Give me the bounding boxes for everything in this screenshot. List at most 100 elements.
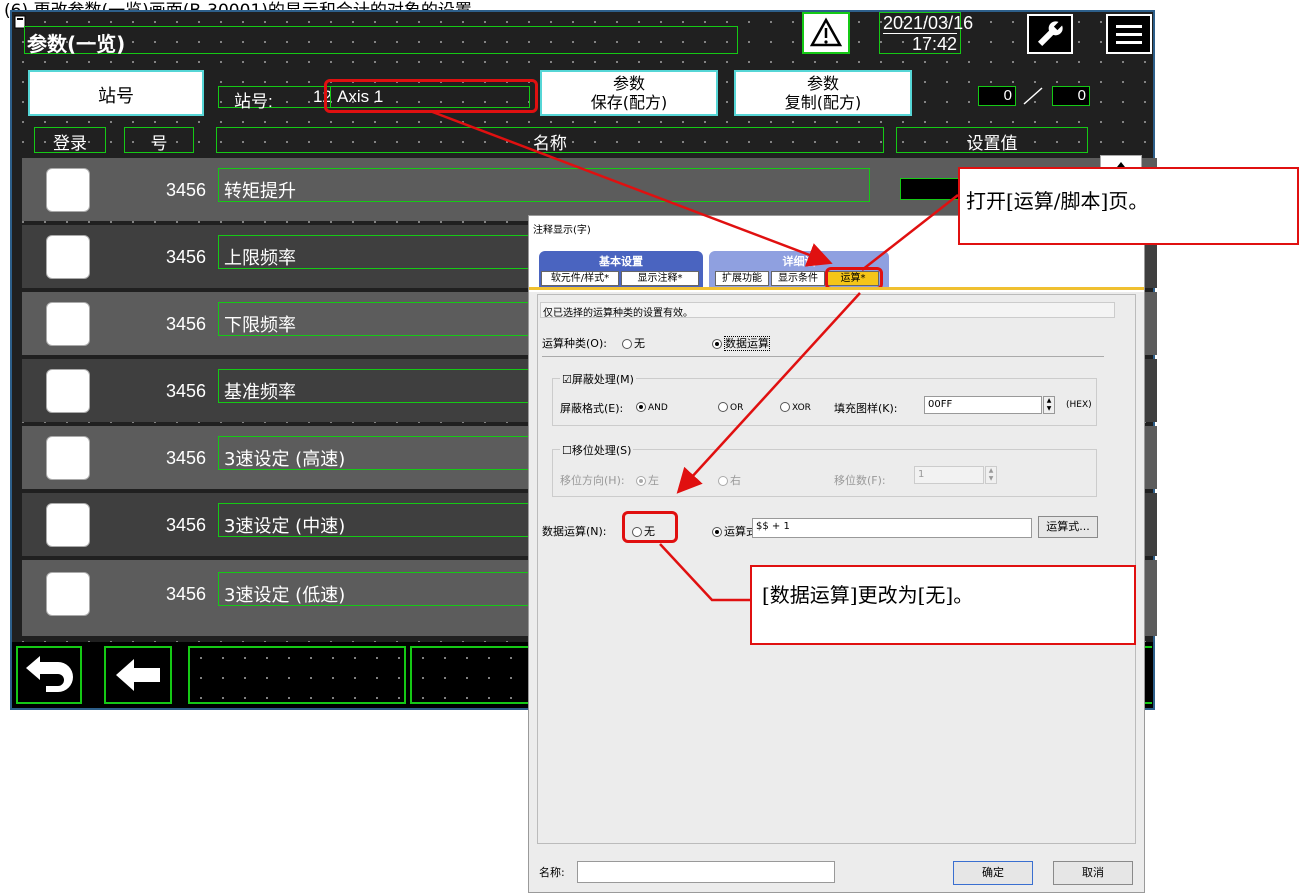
subtab-condition[interactable]: 显示条件	[771, 271, 825, 286]
mask-or-radio[interactable]: OR	[718, 400, 743, 413]
tab-basic-label: 基本设置	[599, 255, 643, 268]
return-button[interactable]	[16, 646, 82, 704]
cancel-button[interactable]: 取消	[1053, 861, 1133, 885]
row-name: 基准频率	[224, 382, 296, 403]
mask-xor-radio[interactable]: XOR	[780, 400, 811, 413]
info-bar: 仅已选择的运算种类的设置有效。	[540, 302, 1115, 319]
subtab-comment[interactable]: 显示注释*	[621, 271, 699, 286]
radio-selected-icon	[636, 476, 646, 486]
row-name-box: 下限频率	[218, 302, 548, 336]
data-calc-expr-radio[interactable]: 运算式	[712, 523, 757, 539]
mask-group-label: 屏蔽处理(M)	[571, 373, 634, 386]
expression-input[interactable]: $$ + 1	[752, 518, 1032, 538]
register-checkbox[interactable]	[46, 369, 90, 413]
row-number: 3456	[165, 448, 206, 468]
screen-title: 参数(一览)	[27, 32, 126, 56]
mask-checkbox[interactable]: ☑屏蔽处理(M)	[560, 371, 636, 387]
register-checkbox[interactable]	[46, 235, 90, 279]
info-text: 仅已选择的运算种类的设置有效。	[543, 308, 693, 319]
subtab-ext-label: 扩展功能	[722, 273, 762, 284]
fill-spinner[interactable]: ▲ ▼	[1043, 396, 1055, 414]
mask-and-label: AND	[648, 403, 668, 413]
subtab-device[interactable]: 软元件/样式*	[541, 271, 619, 286]
mask-and-radio[interactable]: AND	[636, 400, 668, 413]
page-total-value: 0	[1077, 87, 1086, 104]
calc-type-none-label: 无	[634, 337, 645, 350]
param-copy-button[interactable]: 参数 复制(配方)	[734, 70, 912, 116]
warning-button[interactable]	[802, 12, 850, 54]
calc-type-data-label: 数据运算	[724, 336, 770, 351]
param-save-button[interactable]: 参数 保存(配方)	[540, 70, 718, 116]
col-header-name: 名称	[216, 127, 884, 153]
shift-spinner[interactable]: ▲ ▼	[985, 466, 997, 484]
register-checkbox[interactable]	[46, 503, 90, 547]
row-number: 3456	[165, 584, 206, 604]
row-name-box: 3速设定 (中速)	[218, 503, 548, 537]
warning-icon	[809, 17, 843, 47]
page-current: 0	[978, 86, 1016, 106]
back-button[interactable]	[104, 646, 172, 704]
mask-xor-label: XOR	[792, 403, 811, 413]
arrow-left-icon	[116, 659, 160, 691]
calc-type-none-radio[interactable]: 无	[622, 335, 645, 351]
bottom-slot-2[interactable]	[410, 646, 530, 704]
shift-checkbox[interactable]: ☐移位处理(S)	[560, 442, 634, 458]
col-header-value: 设置值	[896, 127, 1088, 153]
station-label: 站号:	[234, 92, 273, 111]
page-total: 0	[1052, 86, 1090, 106]
ok-button[interactable]: 确定	[953, 861, 1033, 885]
fill-pattern-input[interactable]: 00FF	[924, 396, 1042, 414]
col-value-label: 设置值	[966, 134, 1018, 153]
col-number-label: 号	[150, 134, 168, 153]
cancel-button-label: 取消	[1082, 866, 1104, 879]
radio-icon	[780, 402, 790, 412]
none-radio-highlight	[622, 511, 678, 543]
name-input[interactable]	[577, 861, 835, 883]
expression-button-label: 运算式...	[1046, 520, 1090, 533]
calc-type-data-radio[interactable]: 数据运算	[712, 335, 770, 351]
hamburger-icon	[1116, 25, 1142, 44]
shift-count-value: 1	[918, 469, 925, 480]
callout-change-to-none: [数据运算]更改为[无]。	[750, 565, 1136, 645]
ok-button-label: 确定	[982, 866, 1004, 879]
param-save-line1: 参数	[612, 74, 645, 93]
page-separator	[1022, 86, 1044, 106]
callout-change-text: [数据运算]更改为[无]。	[762, 583, 974, 607]
row-name: 3速设定 (中速)	[224, 516, 346, 537]
settings-button[interactable]	[1027, 14, 1073, 54]
time-text: 17:42	[883, 33, 957, 55]
tab-underline	[529, 287, 1144, 290]
col-header-register: 登录	[34, 127, 106, 153]
register-checkbox[interactable]	[46, 302, 90, 346]
register-checkbox[interactable]	[46, 436, 90, 480]
fill-pattern-label: 填充图样(K):	[834, 402, 898, 415]
register-checkbox[interactable]	[46, 572, 90, 616]
dialog-title: 注释显示(字)	[533, 225, 591, 236]
return-icon	[26, 656, 73, 692]
row-name-box: 3速设定 (高速)	[218, 436, 548, 470]
row-name: 3速设定 (低速)	[224, 585, 346, 606]
radio-icon	[718, 476, 728, 486]
station-button[interactable]: 站号	[28, 70, 204, 116]
register-checkbox[interactable]	[46, 168, 90, 212]
col-register-label: 登录	[53, 134, 87, 153]
subtab-comment-label: 显示注释*	[637, 273, 683, 284]
shift-left-radio[interactable]: 左	[636, 472, 659, 488]
station-button-label: 站号	[98, 86, 134, 107]
shift-count-input[interactable]: 1	[914, 466, 984, 484]
row-name: 上限频率	[224, 248, 296, 269]
menu-button[interactable]	[1106, 14, 1152, 54]
radio-icon	[622, 339, 632, 349]
comment-display-dialog: 注释显示(字) 基本设置 软元件/样式* 显示注释* 详细设 扩展功能 显示条件…	[528, 215, 1145, 893]
radio-icon	[718, 402, 728, 412]
shift-group-label: 移位处理(S)	[571, 444, 632, 457]
datetime-display: 2021/03/16 17:42	[879, 12, 973, 55]
expression-button[interactable]: 运算式...	[1038, 516, 1098, 538]
title-bar: 参数(一览)	[24, 26, 738, 56]
shift-right-radio[interactable]: 右	[718, 472, 741, 488]
row-number: 3456	[165, 381, 206, 401]
name-label: 名称:	[539, 866, 565, 879]
subtab-extension[interactable]: 扩展功能	[715, 271, 769, 286]
bottom-slot-1[interactable]	[188, 646, 406, 704]
row-name: 3速设定 (高速)	[224, 449, 346, 470]
